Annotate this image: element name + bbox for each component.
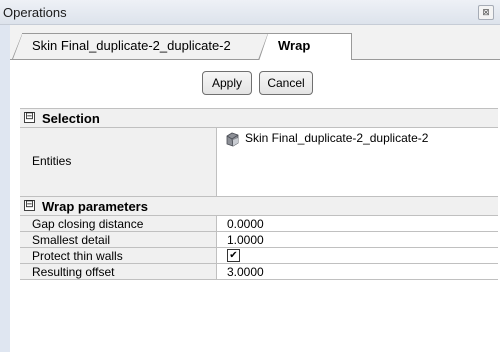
close-icon[interactable]: ⊠ xyxy=(478,5,494,20)
property-name-text: Entities xyxy=(32,154,72,168)
property-value[interactable]: 1.0000 xyxy=(227,233,264,247)
surface-body-icon xyxy=(226,132,239,147)
checkmark-icon: ✔ xyxy=(229,250,238,261)
property-name: Resulting offset xyxy=(20,264,217,279)
property-name: Entities xyxy=(20,128,217,196)
title-bar: Operations ⊠ xyxy=(0,0,500,25)
category-label: Selection xyxy=(42,111,100,126)
property-name-text: Gap closing distance xyxy=(32,217,144,231)
tab-wrap[interactable]: Wrap xyxy=(258,33,352,61)
entity-label: Skin Final_duplicate-2_duplicate-2 xyxy=(245,131,429,145)
operation-area: Skin Final_duplicate-2_duplicate-2 Wrap … xyxy=(10,25,500,352)
category-label: Wrap parameters xyxy=(42,199,148,214)
property-value[interactable]: 0.0000 xyxy=(227,217,264,231)
property-row-resulting-offset[interactable]: Resulting offset 3.0000 xyxy=(20,264,498,280)
operations-panel: Operations ⊠ Skin Final_duplicate-2_dupl… xyxy=(0,0,500,352)
panel-content: Skin Final_duplicate-2_duplicate-2 Wrap … xyxy=(0,25,500,352)
tab-label: Skin Final_duplicate-2_duplicate-2 xyxy=(32,38,231,53)
protect-thin-walls-checkbox[interactable]: ✔ xyxy=(227,249,240,262)
property-row-smallest-detail[interactable]: Smallest detail 1.0000 xyxy=(20,232,498,248)
property-name: Gap closing distance xyxy=(20,216,217,231)
category-selection[interactable]: ⊟ Selection xyxy=(20,109,498,128)
property-grid: ⊟ Selection Entities Skin Final_duplicat… xyxy=(20,108,498,280)
apply-button[interactable]: Apply xyxy=(202,71,252,95)
property-row-gap-closing-distance[interactable]: Gap closing distance 0.0000 xyxy=(20,216,498,232)
property-row-entities[interactable]: Entities Skin Final_duplicate-2_duplicat… xyxy=(20,128,498,197)
property-name-text: Protect thin walls xyxy=(32,249,123,263)
property-value[interactable]: 3.0000 xyxy=(227,265,264,279)
collapse-icon[interactable]: ⊟ xyxy=(24,200,35,211)
tab-skin-final[interactable]: Skin Final_duplicate-2_duplicate-2 xyxy=(12,33,268,59)
property-name-text: Smallest detail xyxy=(32,233,111,247)
collapse-icon[interactable]: ⊟ xyxy=(24,112,35,123)
property-name: Protect thin walls xyxy=(20,248,217,263)
property-row-protect-thin-walls[interactable]: Protect thin walls ✔ xyxy=(20,248,498,264)
cancel-button[interactable]: Cancel xyxy=(259,71,313,95)
panel-title: Operations xyxy=(3,5,67,20)
tab-body: Apply Cancel ⊟ Selection Entities Skin F… xyxy=(10,60,500,352)
property-name: Smallest detail xyxy=(20,232,217,247)
tab-label: Wrap xyxy=(278,38,311,53)
property-name-text: Resulting offset xyxy=(32,265,115,279)
category-wrap-parameters[interactable]: ⊟ Wrap parameters xyxy=(20,197,498,216)
